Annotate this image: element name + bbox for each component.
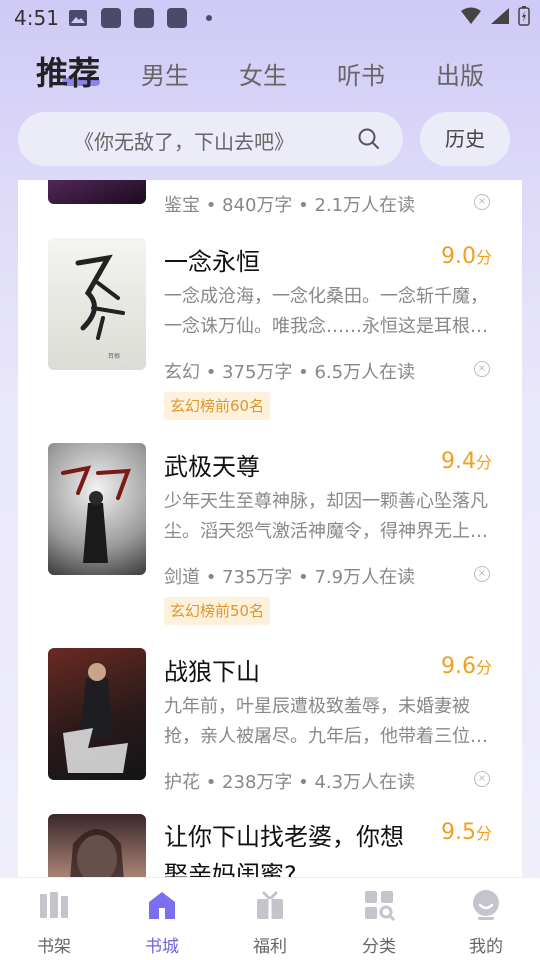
book-meta: 剑道 • 735万字 • 7.9万人在读 (164, 567, 416, 588)
book-item[interactable]: 鉴宝 • 840万字 • 2.1万人在读 × (18, 180, 522, 230)
book-item[interactable]: 耳根 一念永恒 9.0分 一念成沧海，一念化桑田。一念斩千魔， 一念诛万仙。唯我念… (18, 238, 522, 428)
book-item[interactable]: 让你下山找老婆，你想 娶亲妈闺蜜? 9.5分 (18, 814, 522, 880)
dismiss-icon[interactable]: × (474, 361, 490, 377)
book-cover: 耳根 (48, 238, 146, 370)
book-cover (48, 648, 146, 780)
nav-label: 书架 (37, 937, 71, 957)
book-title: 让你下山找老婆，你想 娶亲妈闺蜜? (164, 823, 404, 880)
book-list: 鉴宝 • 840万字 • 2.1万人在读 × 耳根 一念永恒 9.0分 一念成沧… (18, 180, 522, 880)
tab-publish[interactable]: 出版 (436, 56, 484, 91)
book-description: 少年天生至尊神脉，却因一颗善心坠落凡 尘。滔天怨气激活神魔令，得神界无上… (164, 491, 488, 542)
book-title: 战狼下山 (164, 658, 260, 686)
search-input[interactable]: 《你无敌了，下山去吧》 (18, 112, 403, 166)
search-icon[interactable] (357, 127, 381, 151)
book-item[interactable]: 武极天尊 9.4分 少年天生至尊神脉，却因一颗善心坠落凡 尘。滔天怨气激活神魔令，… (18, 443, 522, 633)
nav-label: 分类 (362, 937, 396, 957)
tab-male[interactable]: 男生 (141, 56, 189, 91)
book-score: 9.5分 (440, 820, 492, 845)
bottom-nav: 书架 书城 福利 分类 我的 (0, 877, 540, 960)
nav-category[interactable]: 分类 (339, 888, 419, 957)
book-title: 一念永恒 (164, 248, 260, 276)
nav-bookstore[interactable]: 书城 (122, 888, 202, 957)
app-notification-icon (167, 8, 187, 28)
channel-tabs: 推荐 男生 女生 听书 出版 (0, 48, 540, 96)
dismiss-icon[interactable]: × (474, 566, 490, 582)
svg-text:耳根: 耳根 (108, 352, 120, 360)
profile-icon (473, 890, 499, 920)
bookshelf-icon (40, 892, 68, 918)
nav-label: 书城 (145, 937, 179, 957)
gift-icon (257, 890, 283, 919)
wifi-icon (461, 7, 481, 24)
dismiss-icon[interactable]: × (474, 771, 490, 787)
book-title: 武极天尊 (164, 453, 260, 481)
tab-female[interactable]: 女生 (239, 56, 287, 91)
nav-bookshelf[interactable]: 书架 (14, 888, 94, 957)
nav-label: 福利 (253, 937, 287, 957)
nav-welfare[interactable]: 福利 (230, 888, 310, 957)
bookstore-icon (149, 892, 175, 919)
book-meta: 护花 • 238万字 • 4.3万人在读 (164, 772, 416, 793)
status-time: 4:51 (14, 6, 59, 30)
search-placeholder: 《你无敌了，下山去吧》 (74, 130, 294, 154)
book-cover (48, 180, 146, 204)
nav-profile[interactable]: 我的 (446, 888, 526, 957)
book-meta: 玄幻 • 375万字 • 6.5万人在读 (164, 362, 416, 383)
book-score: 9.0分 (440, 244, 492, 269)
app-notification-icon (134, 8, 154, 28)
status-bar: 4:51 (0, 0, 540, 36)
tab-recommend[interactable]: 推荐 (36, 48, 100, 94)
battery-icon (518, 6, 530, 26)
book-description: 一念成沧海，一念化桑田。一念斩千魔， 一念诛万仙。唯我念……永恒这是耳根继… (164, 286, 494, 337)
gallery-notification-icon (69, 10, 87, 26)
book-cover (48, 443, 146, 575)
rank-tag: 玄幻榜前50名 (164, 597, 271, 625)
rank-tag: 玄幻榜前60名 (164, 392, 271, 420)
book-meta: 鉴宝 • 840万字 • 2.1万人在读 (164, 195, 416, 216)
signal-icon (491, 8, 509, 24)
tab-audiobook[interactable]: 听书 (337, 56, 385, 91)
more-notifications-icon (206, 15, 212, 21)
dismiss-icon[interactable]: × (474, 194, 490, 210)
book-cover (48, 814, 146, 880)
history-button[interactable]: 历史 (420, 112, 510, 166)
book-score: 9.6分 (440, 654, 492, 679)
book-description: 九年前，叶星辰遭极致羞辱，未婚妻被 抢，亲人被屠尽。九年后，他带着三位… (164, 696, 488, 747)
nav-label: 我的 (469, 937, 503, 957)
book-score: 9.4分 (440, 449, 492, 474)
book-item[interactable]: 战狼下山 9.6分 九年前，叶星辰遭极致羞辱，未婚妻被 抢，亲人被屠尽。九年后，他… (18, 648, 522, 798)
category-icon (365, 891, 396, 922)
app-notification-icon (101, 8, 121, 28)
